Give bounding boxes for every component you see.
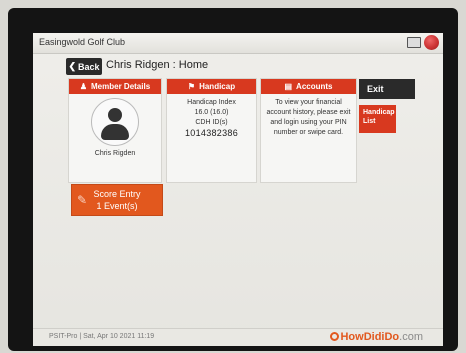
user-avatar-icon[interactable] bbox=[424, 35, 439, 50]
handicap-body: Handicap Index 16.0 (16.0) CDH ID(s) 101… bbox=[167, 94, 256, 138]
accounts-header: ▤ Accounts bbox=[261, 79, 356, 94]
title-bar: Easingwold Golf Club bbox=[33, 33, 443, 54]
status-bar: PSIT-Pro | Sat, Apr 10 2021 11:19 HowDid… bbox=[33, 328, 443, 346]
window-title: Easingwold Golf Club bbox=[39, 37, 126, 47]
score-entry-button[interactable]: ✎ Score Entry 1 Event(s) bbox=[71, 184, 163, 216]
logo-mark-icon bbox=[330, 332, 340, 341]
back-label: Back bbox=[78, 61, 100, 72]
cdh-label: CDH ID(s) bbox=[195, 119, 228, 126]
cdh-value: 1014382386 bbox=[184, 128, 239, 138]
handicap-title: Handicap bbox=[199, 82, 236, 91]
flag-icon: ⚑ bbox=[187, 82, 196, 91]
howdidido-logo: HowDidiDo.com bbox=[330, 331, 423, 343]
member-details-header: ♟ Member Details bbox=[69, 79, 161, 94]
accounts-line-1: To view your financial bbox=[275, 99, 342, 106]
page-title: Chris Ridgen : Home bbox=[106, 59, 209, 71]
person-icon: ♟ bbox=[79, 82, 88, 91]
handicap-list-line-1: Handicap bbox=[363, 109, 395, 116]
avatar-head bbox=[108, 108, 122, 122]
brand-main: HowDidiDo bbox=[340, 331, 400, 343]
handicap-header: ⚑ Handicap bbox=[167, 79, 256, 94]
accounts-line-2: account history, please exit bbox=[266, 109, 351, 116]
handicap-index-label: Handicap Index bbox=[187, 99, 236, 106]
handicap-list-button[interactable]: Handicap List bbox=[359, 105, 396, 133]
accounts-title: Accounts bbox=[296, 82, 333, 91]
member-name: Chris Rigden bbox=[94, 150, 136, 157]
avatar bbox=[91, 98, 139, 146]
exit-button[interactable]: Exit bbox=[359, 79, 415, 99]
accounts-card[interactable]: ▤ Accounts To view your financial accoun… bbox=[260, 78, 357, 183]
handicap-index-value: 16.0 (16.0) bbox=[194, 109, 229, 116]
status-text: PSIT-Pro | Sat, Apr 10 2021 11:19 bbox=[49, 333, 155, 340]
card-icon: ▤ bbox=[284, 82, 293, 91]
chevron-left-icon: ❮ bbox=[68, 61, 77, 71]
avatar-torso bbox=[101, 124, 129, 140]
score-entry-events: 1 Event(s) bbox=[96, 201, 138, 211]
brand-suffix: .com bbox=[399, 331, 423, 343]
handicap-card[interactable]: ⚑ Handicap Handicap Index 16.0 (16.0) CD… bbox=[166, 78, 257, 183]
accounts-line-3: and login using your PIN bbox=[270, 119, 347, 126]
member-details-title: Member Details bbox=[91, 82, 151, 91]
member-details-card[interactable]: ♟ Member Details Chris Rigden bbox=[68, 78, 162, 183]
handicap-list-line-2: List bbox=[363, 118, 376, 125]
accounts-body: To view your financial account history, … bbox=[261, 94, 356, 138]
app-screen: Easingwold Golf Club ❮ Back Chris Ridgen… bbox=[33, 33, 443, 346]
monitor-icon[interactable] bbox=[407, 37, 421, 48]
score-entry-label: Score Entry bbox=[93, 189, 141, 199]
back-button[interactable]: ❮ Back bbox=[66, 58, 102, 75]
accounts-line-4: number or swipe card. bbox=[273, 129, 344, 136]
